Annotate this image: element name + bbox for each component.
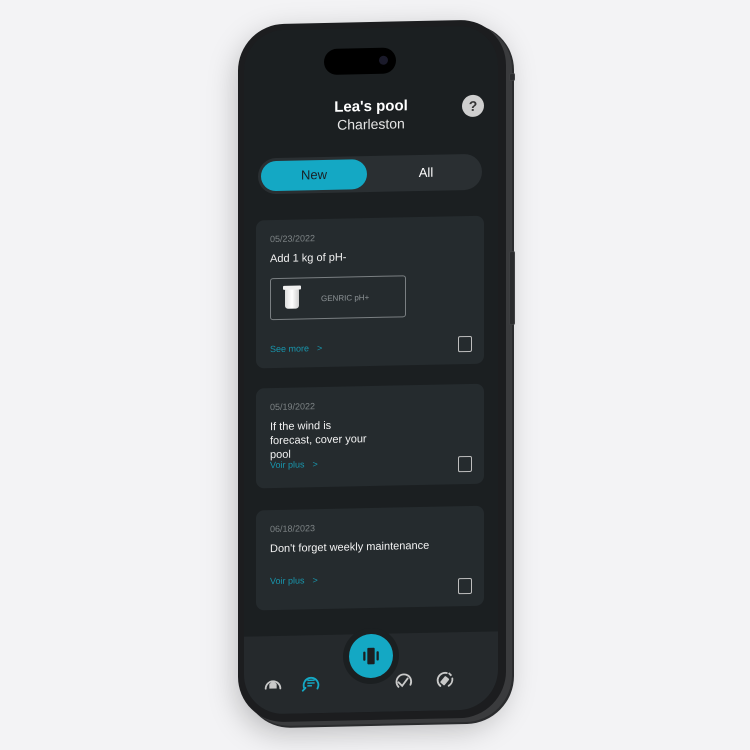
page-header: Lea's pool Charleston	[244, 95, 498, 134]
list-icon[interactable]	[300, 671, 322, 693]
jar-icon	[285, 288, 299, 309]
product-name: GENRIC pH+	[321, 292, 370, 303]
task-checkbox[interactable]	[458, 577, 472, 595]
dynamic-island	[324, 47, 396, 76]
task-date: 06/18/2023	[270, 523, 316, 535]
link-label: Voir plus	[270, 575, 305, 587]
product-item[interactable]: GENRIC pH+	[270, 275, 406, 321]
task-message: If the wind is forecast, cover your pool	[270, 419, 367, 462]
see-more-link[interactable]: See more >	[270, 343, 322, 354]
task-message: Don't forget weekly maintenance	[270, 539, 430, 556]
task-date: 05/19/2022	[270, 401, 316, 413]
task-checkbox[interactable]	[458, 335, 472, 353]
chevron-right-icon: >	[312, 459, 318, 470]
task-date: 05/23/2022	[270, 233, 316, 245]
task-message: Add 1 kg of pH-	[270, 251, 347, 266]
task-card: 05/19/2022 If the wind is forecast, cove…	[256, 383, 484, 489]
filter-toggle: New All	[258, 153, 482, 195]
home-icon[interactable]	[262, 672, 284, 694]
tab-new[interactable]: New	[261, 159, 367, 192]
product-icon[interactable]	[434, 668, 456, 690]
power-button	[509, 251, 515, 326]
link-label: Voir plus	[270, 459, 305, 471]
device-icon	[363, 647, 379, 665]
chevron-right-icon: >	[312, 575, 318, 586]
see-more-link[interactable]: Voir plus >	[270, 575, 318, 586]
gauge-icon[interactable]	[393, 669, 415, 691]
camera-icon	[379, 55, 388, 65]
link-label: See more	[270, 343, 310, 355]
task-card: 05/23/2022 Add 1 kg of pH- GENRIC pH+ Se…	[256, 215, 484, 369]
phone-frame: Lea's pool Charleston ? New All 05/23/20…	[238, 19, 515, 723]
tab-all[interactable]: All	[373, 157, 479, 189]
task-checkbox[interactable]	[458, 455, 472, 473]
app-screen: Lea's pool Charleston ? New All 05/23/20…	[244, 25, 498, 715]
task-card: 06/18/2023 Don't forget weekly maintenan…	[256, 505, 484, 611]
chevron-right-icon: >	[317, 343, 323, 354]
see-more-link[interactable]: Voir plus >	[270, 459, 318, 470]
side-button-top	[509, 73, 515, 82]
